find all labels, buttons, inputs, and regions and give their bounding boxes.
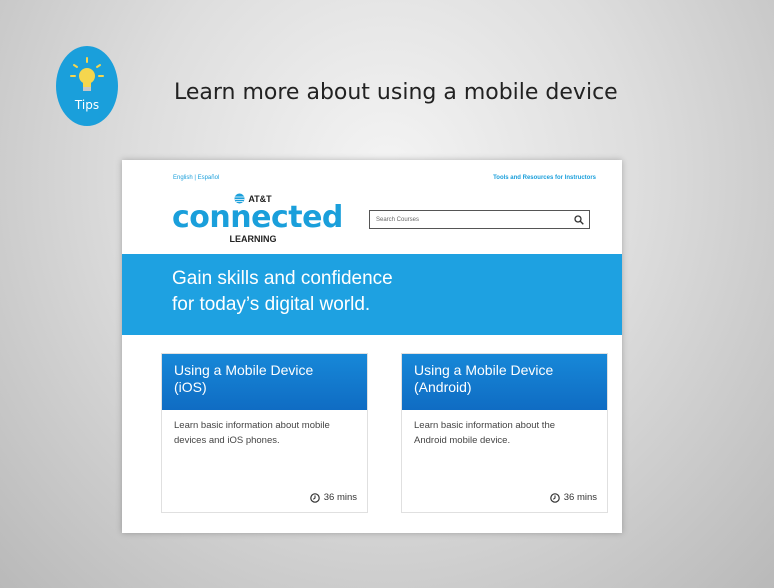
course-description-line1: Learn basic information about the [414, 420, 556, 431]
course-duration: 36 mins [309, 492, 357, 503]
course-title-line1: Using a Mobile Device [414, 362, 554, 378]
logo-learning: LEARNING [229, 234, 277, 244]
clock-icon [309, 492, 320, 503]
course-card-android[interactable]: Using a Mobile Device (Android) Learn ba… [401, 353, 608, 513]
course-card-header[interactable]: Using a Mobile Device (iOS) [162, 354, 367, 410]
course-description-line1: Learn basic information about mobile [174, 420, 330, 431]
course-title-line2: (Android) [414, 379, 472, 395]
hero-headline-line1: Gain skills and confidence [172, 268, 393, 289]
tips-badge: Tips [56, 46, 118, 126]
search-icon[interactable] [574, 214, 584, 225]
course-duration: 36 mins [549, 492, 597, 503]
hero-headline-line2: for today’s digital world. [172, 294, 371, 315]
course-description-line2: devices and iOS phones. [174, 435, 280, 446]
logo-connected: connected [172, 200, 343, 235]
slide-title: Learn more about using a mobile device [174, 80, 618, 105]
site-logo[interactable]: AT&T connected LEARNING [172, 193, 343, 244]
hero-banner: Gain skills and confidence for today’s d… [122, 254, 622, 335]
instructor-resources-link[interactable]: Tools and Resources for Instructors [493, 175, 596, 181]
search-placeholder: Search Courses [376, 216, 420, 223]
clock-icon [549, 492, 560, 503]
course-duration-text: 36 mins [563, 492, 597, 503]
course-description-line2: Android mobile device. [414, 435, 511, 446]
course-duration-text: 36 mins [323, 492, 357, 503]
course-card-header[interactable]: Using a Mobile Device (Android) [402, 354, 607, 410]
course-description: Learn basic information about mobile dev… [162, 410, 367, 448]
tips-label: Tips [74, 98, 100, 112]
language-links[interactable]: English | Español [173, 175, 219, 181]
lightbulb-icon [70, 57, 104, 91]
course-card-ios[interactable]: Using a Mobile Device (iOS) Learn basic … [161, 353, 368, 513]
course-title-line1: Using a Mobile Device [174, 362, 314, 378]
course-description: Learn basic information about the Androi… [402, 410, 607, 448]
website-screenshot: English | Español Tools and Resources fo… [122, 160, 622, 533]
search-input[interactable]: Search Courses [369, 210, 590, 229]
course-title-line2: (iOS) [174, 379, 207, 395]
